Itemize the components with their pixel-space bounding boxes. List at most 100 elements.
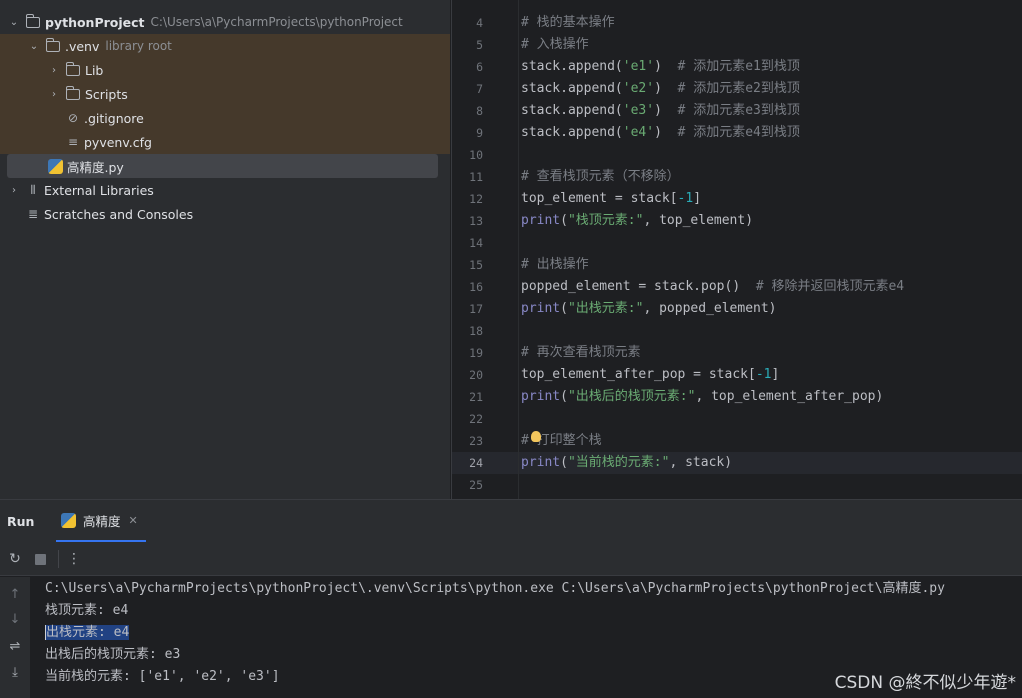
folder-icon: [66, 86, 80, 100]
scroll-to-end-icon[interactable]: ⤓: [7, 665, 23, 681]
line-number: 14: [469, 236, 483, 250]
code-line[interactable]: 21 print("出栈后的栈顶元素:", top_element_after_p…: [452, 386, 1022, 408]
tab-label: 高精度: [83, 513, 121, 529]
arrow-down-icon[interactable]: ↓: [7, 612, 23, 628]
code-text: stack.append('e3') # 添加元素e3到栈顶: [521, 100, 800, 122]
tree-item-venv[interactable]: ⌄ .venv library root: [0, 34, 450, 58]
code-text: top_element = stack[-1]: [521, 188, 701, 210]
line-number: 11: [469, 170, 483, 184]
code-line[interactable]: 25: [452, 474, 1022, 496]
folder-icon: [66, 62, 80, 76]
code-token: -1: [677, 191, 694, 206]
code-line[interactable]: 8 stack.append('e3') # 添加元素e3到栈顶: [452, 100, 1022, 122]
stop-icon[interactable]: [35, 554, 46, 565]
code-token: stack.append(: [521, 103, 623, 118]
tree-root-project[interactable]: ⌄ pythonProject C:\Users\a\PycharmProjec…: [0, 10, 450, 34]
line-number: 16: [469, 280, 483, 294]
chevron-right-icon[interactable]: ›: [8, 185, 20, 196]
line-number: 25: [469, 478, 483, 492]
selected-console-text: 出栈元素: e4: [45, 625, 130, 640]
code-text: # 查看栈顶元素（不移除）: [521, 166, 680, 188]
code-line[interactable]: 13 print("栈顶元素:", top_element): [452, 210, 1022, 232]
code-line[interactable]: 18: [452, 320, 1022, 342]
code-token: ): [654, 59, 678, 74]
code-token: print: [521, 389, 561, 404]
python-file-icon: [48, 158, 63, 174]
chevron-down-icon[interactable]: ⌄: [8, 17, 20, 28]
folder-icon: [26, 14, 40, 28]
console-line: 出栈后的栈顶元素: e3: [45, 644, 180, 666]
code-line[interactable]: 6 stack.append('e1') # 添加元素e1到栈顶: [452, 56, 1022, 78]
line-number: 6: [476, 60, 483, 74]
code-line[interactable]: 16 popped_element = stack.pop() # 移除并返回栈顶…: [452, 276, 1022, 298]
tree-item-pyvenv[interactable]: ≡ pyvenv.cfg: [0, 130, 450, 154]
tree-item-label: pyvenv.cfg: [84, 134, 152, 150]
soft-wrap-icon[interactable]: ⇌: [7, 639, 23, 655]
console-line: 栈顶元素: e4: [45, 600, 128, 622]
chevron-right-icon[interactable]: ›: [48, 89, 60, 100]
code-line[interactable]: 5 # 入栈操作: [452, 34, 1022, 56]
code-token: 'e4': [622, 125, 655, 140]
chevron-down-icon[interactable]: ⌄: [28, 41, 40, 52]
console-line: C:\Users\a\PycharmProjects\pythonProject…: [45, 578, 945, 600]
code-editor[interactable]: 4 # 栈的基本操作 5 # 入栈操作 6 stack.append('e1') # 添加…: [451, 0, 1022, 499]
tree-item-label: Scripts: [85, 86, 128, 102]
code-line[interactable]: 22: [452, 408, 1022, 430]
toolbar-divider: [58, 550, 59, 568]
more-vertical-icon[interactable]: ⋮: [66, 551, 82, 567]
code-line[interactable]: 14: [452, 232, 1022, 254]
code-line[interactable]: 11 # 查看栈顶元素（不移除）: [452, 166, 1022, 188]
code-token: # 添加元素e3到栈顶: [677, 103, 800, 118]
lightbulb-icon[interactable]: [531, 431, 541, 442]
console-line: 当前栈的元素: ['e1', 'e2', 'e3']: [45, 666, 280, 688]
code-token: ]: [771, 367, 780, 382]
code-token: (: [560, 389, 568, 404]
tree-item-scratches[interactable]: ≣ Scratches and Consoles: [0, 202, 450, 226]
project-name: pythonProject: [45, 14, 145, 30]
code-text: # 出栈操作: [521, 254, 589, 276]
code-token: popped_element = stack.pop(): [521, 279, 756, 294]
code-text: # 再次查看栈顶元素: [521, 342, 641, 364]
tree-item-gitignore[interactable]: ⊘ .gitignore: [0, 106, 450, 130]
code-line[interactable]: 20 top_element_after_pop = stack[-1]: [452, 364, 1022, 386]
arrow-up-icon[interactable]: ↑: [7, 587, 23, 603]
code-token: ]: [693, 191, 702, 206]
rerun-icon[interactable]: ↻: [7, 551, 23, 567]
code-token: ): [654, 125, 678, 140]
code-token: "出栈元素:": [567, 301, 644, 316]
tree-item-scripts[interactable]: › Scripts: [0, 82, 450, 106]
tab-run-config[interactable]: 高精度 ✕: [56, 500, 146, 542]
code-text: print("栈顶元素:", top_element): [521, 210, 753, 232]
code-token: "出栈后的栈顶元素:": [567, 389, 696, 404]
code-token: 'e2': [622, 81, 655, 96]
code-line[interactable]: 4 # 栈的基本操作: [452, 12, 1022, 34]
code-line[interactable]: 9 stack.append('e4') # 添加元素e4到栈顶: [452, 122, 1022, 144]
library-icon: ⫴: [30, 182, 36, 197]
code-token: # 移除并返回栈顶元素e4: [755, 279, 905, 294]
tree-item-external-libraries[interactable]: › ⫴ External Libraries: [0, 178, 450, 202]
tree-item-label: External Libraries: [44, 182, 154, 198]
line-number: 7: [476, 82, 483, 96]
code-token: print: [521, 455, 561, 470]
code-token: # 添加元素e2到栈顶: [677, 81, 800, 96]
code-line[interactable]: 15 # 出栈操作: [452, 254, 1022, 276]
close-icon[interactable]: ✕: [129, 514, 138, 527]
code-line[interactable]: 24 print("当前栈的元素:", stack): [452, 452, 1022, 474]
chevron-right-icon[interactable]: ›: [48, 65, 60, 76]
venv-name: .venv: [65, 38, 100, 54]
code-token: (: [560, 213, 568, 228]
venv-hint: library root: [105, 39, 172, 53]
code-line[interactable]: 7 stack.append('e2') # 添加元素e2到栈顶: [452, 78, 1022, 100]
code-line[interactable]: 19 # 再次查看栈顶元素: [452, 342, 1022, 364]
tree-item-python-file[interactable]: 高精度.py: [7, 154, 438, 178]
console-text: 当前栈的元素: ['e1', 'e2', 'e3']: [45, 669, 280, 684]
code-line[interactable]: 10: [452, 144, 1022, 166]
scratches-icon: ≣: [27, 207, 39, 221]
run-tab-bar: Run 高精度 ✕: [0, 500, 1022, 542]
code-line[interactable]: 17 print("出栈元素:", popped_element): [452, 298, 1022, 320]
watermark: CSDN @終不似少年遊*: [834, 673, 1016, 693]
tree-item-lib[interactable]: › Lib: [0, 58, 450, 82]
code-line[interactable]: 12 top_element = stack[-1]: [452, 188, 1022, 210]
code-token: stack.append(: [521, 125, 623, 140]
code-token: "栈顶元素:": [567, 213, 644, 228]
